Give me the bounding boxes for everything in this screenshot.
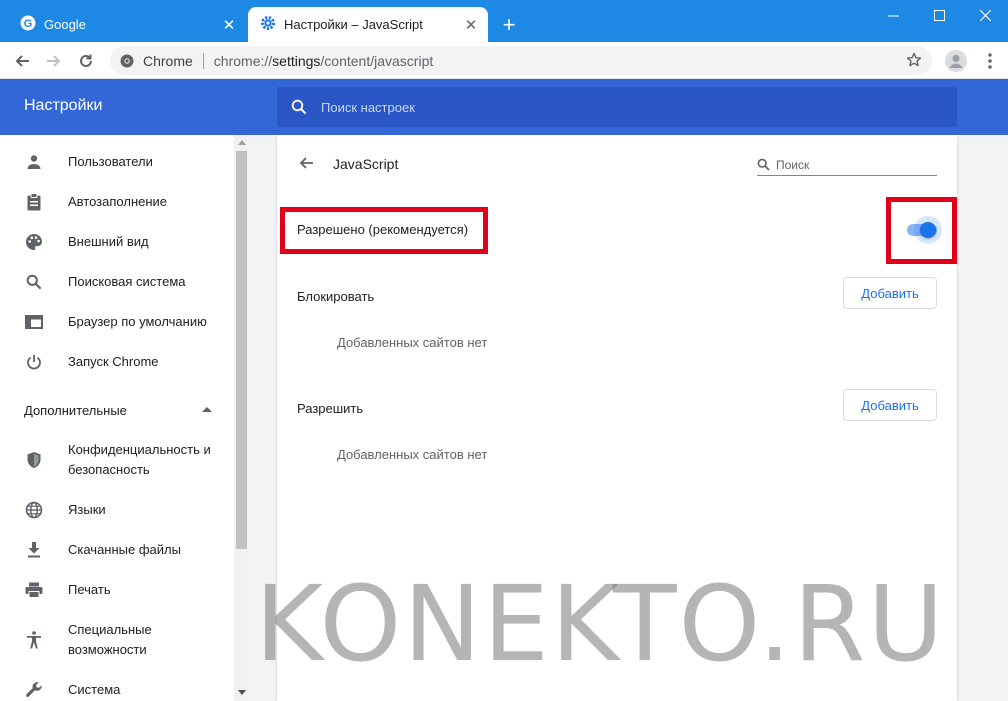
sidebar-item-label: Печать [68, 582, 111, 597]
chrome-logo-icon [120, 54, 134, 68]
avatar-icon [945, 50, 967, 72]
sidebar-scrollbar[interactable] [234, 135, 249, 701]
minimize-icon [887, 15, 899, 16]
sidebar-item-label: Специальные возможности [68, 622, 152, 657]
allow-add-button[interactable]: Добавить [843, 389, 937, 421]
tab-title: Google [44, 17, 86, 32]
back-button[interactable] [8, 47, 36, 75]
sidebar-item-label: Система [68, 682, 121, 697]
sidebar-item-privacy[interactable]: Конфиденциальность и безопасность [0, 440, 234, 480]
scroll-down-arrow-icon[interactable] [238, 690, 246, 695]
address-bar[interactable]: Chrome chrome://settings/content/javascr… [110, 46, 932, 75]
settings-sidebar: Пользователи Автозаполнение Внешний вид … [0, 135, 234, 701]
sidebar-item-languages[interactable]: Языки [0, 500, 234, 520]
block-empty-text: Добавленных сайтов нет [337, 335, 488, 350]
power-icon [24, 352, 44, 372]
page-search[interactable] [757, 154, 937, 176]
sidebar-item-label: Поисковая система [68, 274, 186, 289]
printer-icon [24, 580, 44, 600]
sidebar-item-on-startup[interactable]: Запуск Chrome [0, 352, 234, 372]
accessibility-icon [24, 630, 44, 650]
page-title: JavaScript [333, 156, 399, 172]
settings-header: Настройки [0, 79, 1008, 135]
sidebar-item-users[interactable]: Пользователи [0, 152, 234, 172]
search-icon [24, 272, 44, 292]
sidebar-item-appearance[interactable]: Внешний вид [0, 232, 234, 252]
url-text: chrome://settings/content/javascript [213, 52, 434, 69]
toggle-knob[interactable] [920, 222, 936, 238]
sidebar-advanced-toggle[interactable]: Дополнительные [24, 403, 127, 418]
sidebar-item-label: Языки [68, 502, 106, 517]
maximize-icon [933, 9, 945, 21]
allow-section-label: Разрешить [297, 401, 364, 416]
arrow-right-icon [47, 55, 61, 67]
settings-title: Настройки [24, 97, 103, 114]
bookmark-star-icon[interactable] [906, 52, 922, 71]
scroll-up-arrow-icon[interactable] [238, 140, 246, 145]
title-bar: G Google ✕ Настройки – JavaScript ✕ + [0, 0, 1008, 42]
sidebar-item-default-browser[interactable]: Браузер по умолчанию [0, 312, 234, 332]
javascript-allowed-toggle[interactable] [907, 216, 942, 244]
sidebar-item-autofill[interactable]: Автозаполнение [0, 192, 234, 212]
globe-icon [24, 500, 44, 520]
sidebar-item-accessibility[interactable]: Специальные возможности [0, 620, 234, 660]
javascript-allowed-label: Разрешено (рекомендуется) [297, 222, 469, 237]
svg-text:G: G [24, 18, 33, 30]
clipboard-icon [24, 192, 44, 212]
shield-icon [24, 450, 44, 470]
reload-icon [80, 54, 92, 67]
sidebar-item-label: Скачанные файлы [68, 542, 181, 557]
kebab-menu-icon [988, 53, 992, 69]
sidebar-item-downloads[interactable]: Скачанные файлы [0, 540, 234, 560]
close-tab-icon[interactable]: ✕ [218, 14, 240, 36]
sidebar-item-printing[interactable]: Печать [0, 580, 234, 600]
gear-icon [260, 15, 276, 34]
settings-search-input[interactable] [321, 99, 881, 115]
close-window-button[interactable] [962, 0, 1008, 30]
close-icon [979, 9, 991, 21]
tab-google[interactable]: G Google ✕ [8, 7, 246, 42]
sidebar-item-label: Запуск Chrome [68, 354, 159, 369]
sidebar-item-search-engine[interactable]: Поисковая система [0, 272, 234, 292]
block-section-label: Блокировать [297, 289, 375, 304]
back-arrow-button[interactable] [295, 153, 317, 173]
watermark: KONEKTO.RU [255, 563, 946, 685]
chevron-up-icon[interactable] [202, 407, 212, 412]
block-add-button[interactable]: Добавить [843, 277, 937, 309]
tab-settings-javascript[interactable]: Настройки – JavaScript ✕ [248, 7, 488, 42]
arrow-left-icon [299, 157, 313, 169]
scroll-thumb[interactable] [236, 151, 247, 549]
omnibox-separator [202, 52, 204, 69]
profile-avatar[interactable] [942, 47, 970, 75]
sidebar-item-label: Автозаполнение [68, 194, 168, 209]
sidebar-item-label: Конфиденциальность и безопасность [68, 442, 211, 477]
settings-search[interactable] [277, 87, 957, 127]
reload-button[interactable] [72, 47, 100, 75]
sidebar-item-system[interactable]: Система [0, 680, 234, 700]
search-icon [291, 99, 307, 115]
browser-window-icon [24, 312, 44, 332]
minimize-button[interactable] [870, 0, 916, 30]
chrome-menu-button[interactable] [976, 47, 1004, 75]
tab-title: Настройки – JavaScript [284, 17, 423, 32]
download-icon [24, 540, 44, 560]
arrow-left-icon [15, 55, 29, 67]
palette-icon [24, 232, 44, 252]
forward-button[interactable] [40, 47, 68, 75]
sidebar-item-label: Внешний вид [68, 234, 149, 249]
browser-toolbar: Chrome chrome://settings/content/javascr… [0, 42, 1008, 79]
person-icon [24, 152, 44, 172]
new-tab-button[interactable]: + [496, 12, 522, 38]
close-tab-icon[interactable]: ✕ [460, 14, 482, 36]
page-search-input[interactable] [776, 157, 926, 172]
search-icon [757, 158, 770, 171]
sidebar-item-label: Пользователи [68, 154, 153, 169]
maximize-button[interactable] [916, 0, 962, 30]
site-label: Chrome [143, 52, 193, 69]
sidebar-item-label: Браузер по умолчанию [68, 314, 207, 329]
allow-empty-text: Добавленных сайтов нет [337, 447, 488, 462]
wrench-icon [24, 680, 44, 700]
google-icon: G [20, 15, 36, 34]
